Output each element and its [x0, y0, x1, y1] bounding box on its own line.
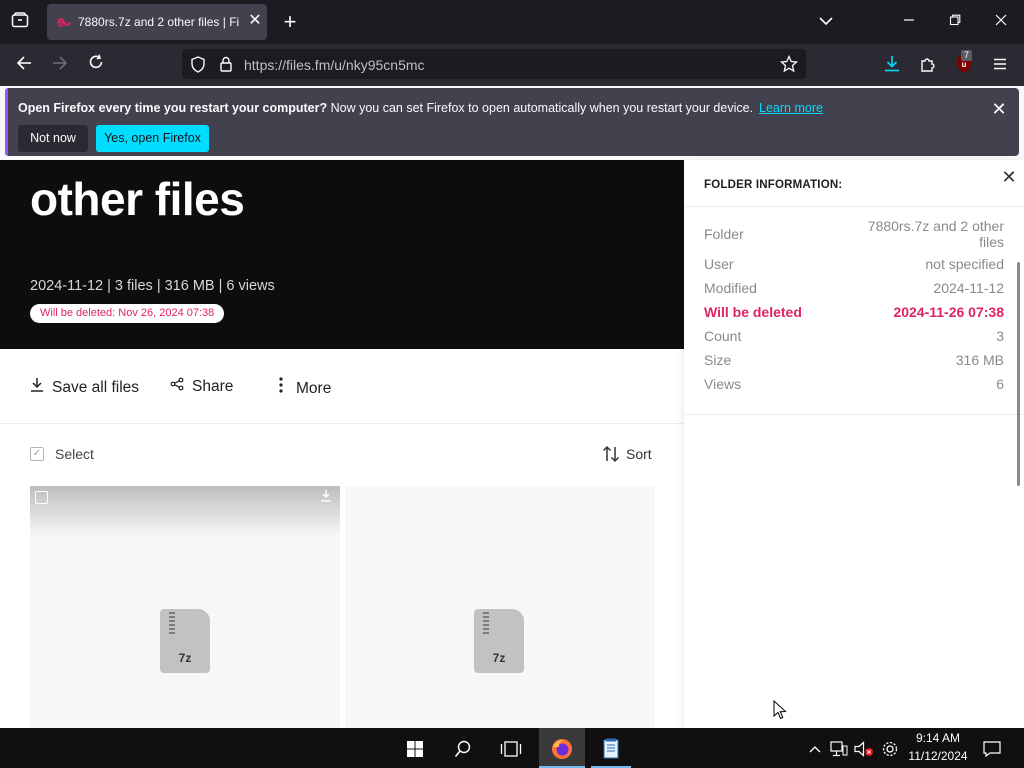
info-value-user: not specified	[925, 256, 1004, 272]
card-header-gradient	[30, 486, 340, 536]
save-all-files-label: Save all files	[52, 379, 140, 396]
more-label: More	[296, 380, 332, 397]
more-button[interactable]: More	[272, 377, 331, 398]
file-card[interactable]: 7z	[30, 486, 340, 728]
volume-muted-icon[interactable]	[852, 728, 876, 768]
browser-tab-active[interactable]: 7880rs.7z and 2 other files | Files.fm ✕	[47, 4, 267, 40]
archive-file-icon: 7z	[474, 609, 524, 673]
mouse-cursor-icon	[773, 700, 787, 720]
file-extension: 7z	[492, 651, 506, 665]
svg-text:u: u	[962, 60, 967, 69]
not-now-button[interactable]: Not now	[18, 125, 88, 152]
restore-icon[interactable]	[941, 8, 969, 32]
reload-icon[interactable]	[82, 52, 110, 76]
ublock-origin-icon[interactable]: u 7	[955, 50, 975, 74]
notification-accent	[5, 88, 8, 156]
more-vertical-icon	[272, 377, 290, 396]
save-all-files-button[interactable]: Save all files	[28, 377, 139, 397]
file-card[interactable]: 7z	[345, 486, 655, 728]
info-label-folder: Folder	[704, 226, 744, 242]
lock-icon[interactable]	[219, 56, 233, 77]
extensions-puzzle-icon[interactable]	[919, 55, 937, 78]
info-label-user: User	[704, 256, 734, 272]
select-sort-row	[0, 424, 684, 484]
info-value-will-be-deleted: 2024-11-26 07:38	[893, 304, 1004, 320]
sort-arrows-icon	[602, 445, 620, 466]
tracking-protection-shield-icon[interactable]	[190, 56, 206, 78]
folder-meta: 2024-11-12 | 3 files | 316 MB | 6 views	[30, 278, 275, 294]
yes-open-firefox-button[interactable]: Yes, open Firefox	[96, 125, 209, 152]
info-value-count: 3	[996, 328, 1004, 344]
tab-close-icon[interactable]: ✕	[245, 11, 265, 31]
info-value-views: 6	[996, 376, 1004, 392]
share-icon	[168, 377, 186, 394]
show-hidden-icons-chevron-icon[interactable]	[806, 728, 824, 768]
extension-count-badge: 7	[961, 50, 973, 61]
windows-start-icon[interactable]	[400, 728, 430, 768]
file-extension: 7z	[178, 651, 192, 665]
notification-message: Open Firefox every time you restart your…	[18, 101, 823, 115]
network-icon[interactable]	[828, 728, 850, 768]
info-label-size: Size	[704, 352, 732, 368]
settings-gear-icon[interactable]	[879, 728, 901, 768]
hamburger-menu-icon[interactable]	[986, 52, 1014, 76]
notification-close-icon[interactable]: ✕	[988, 98, 1010, 120]
taskbar-firefox-icon[interactable]	[539, 728, 585, 768]
hero-title-overflow-decoration	[30, 160, 350, 164]
panel-divider	[684, 414, 1024, 415]
taskbar-clock-time[interactable]: 9:14 AM	[910, 731, 966, 745]
task-view-icon[interactable]	[496, 728, 526, 768]
info-value-size: 316 MB	[955, 352, 1004, 368]
taskbar-notepad-icon[interactable]	[591, 728, 631, 768]
files-fm-favicon-icon	[57, 18, 71, 27]
bookmark-star-icon[interactable]	[779, 54, 799, 78]
archive-file-icon: 7z	[160, 609, 210, 673]
info-label-views: Views	[704, 376, 742, 392]
notifications-icon[interactable]	[980, 728, 1004, 768]
select-label[interactable]: Select	[55, 446, 94, 462]
file-download-icon[interactable]	[320, 489, 332, 505]
list-all-tabs-chevron-icon[interactable]	[812, 9, 840, 33]
sort-label: Sort	[626, 446, 652, 463]
forward-icon[interactable]	[46, 52, 74, 76]
select-all-checkbox[interactable]: ✓	[30, 447, 44, 461]
file-select-checkbox[interactable]	[35, 491, 48, 504]
info-label-will-be-deleted: Will be deleted	[704, 304, 802, 320]
share-button[interactable]: Share	[168, 377, 233, 396]
learn-more-link[interactable]: Learn more	[759, 101, 823, 115]
downloads-icon[interactable]	[883, 55, 901, 78]
info-value-modified: 2024-11-12	[933, 280, 1004, 296]
tab-title: 7880rs.7z and 2 other files | Files.fm	[78, 15, 240, 29]
download-icon	[28, 377, 46, 395]
panel-scrollbar[interactable]	[1017, 262, 1020, 486]
panel-title: FOLDER INFORMATION:	[704, 179, 843, 191]
deletion-badge: Will be deleted: Nov 26, 2024 07:38	[30, 304, 225, 323]
back-icon[interactable]	[10, 52, 38, 76]
info-label-count: Count	[704, 328, 742, 344]
share-label: Share	[192, 378, 234, 395]
notification-bold-text: Open Firefox every time you restart your…	[18, 101, 328, 115]
notification-body-text: Now you can set Firefox to open automati…	[327, 101, 754, 115]
minimize-icon[interactable]	[895, 8, 923, 32]
new-tab-icon[interactable]: +	[276, 10, 304, 34]
info-label-modified: Modified	[704, 280, 757, 296]
taskbar-clock-date[interactable]: 11/12/2024	[904, 749, 972, 763]
url-text[interactable]: https://files.fm/u/nky95cn5mc	[244, 57, 425, 73]
info-value-folder: 7880rs.7z and 2 other files	[867, 218, 1004, 250]
search-icon[interactable]	[448, 728, 478, 768]
close-window-icon[interactable]	[987, 8, 1015, 32]
firefox-view-icon[interactable]	[6, 10, 34, 34]
folder-title: other files	[30, 173, 245, 225]
sort-button[interactable]: Sort	[602, 445, 652, 466]
panel-close-icon[interactable]: ✕	[998, 166, 1020, 188]
